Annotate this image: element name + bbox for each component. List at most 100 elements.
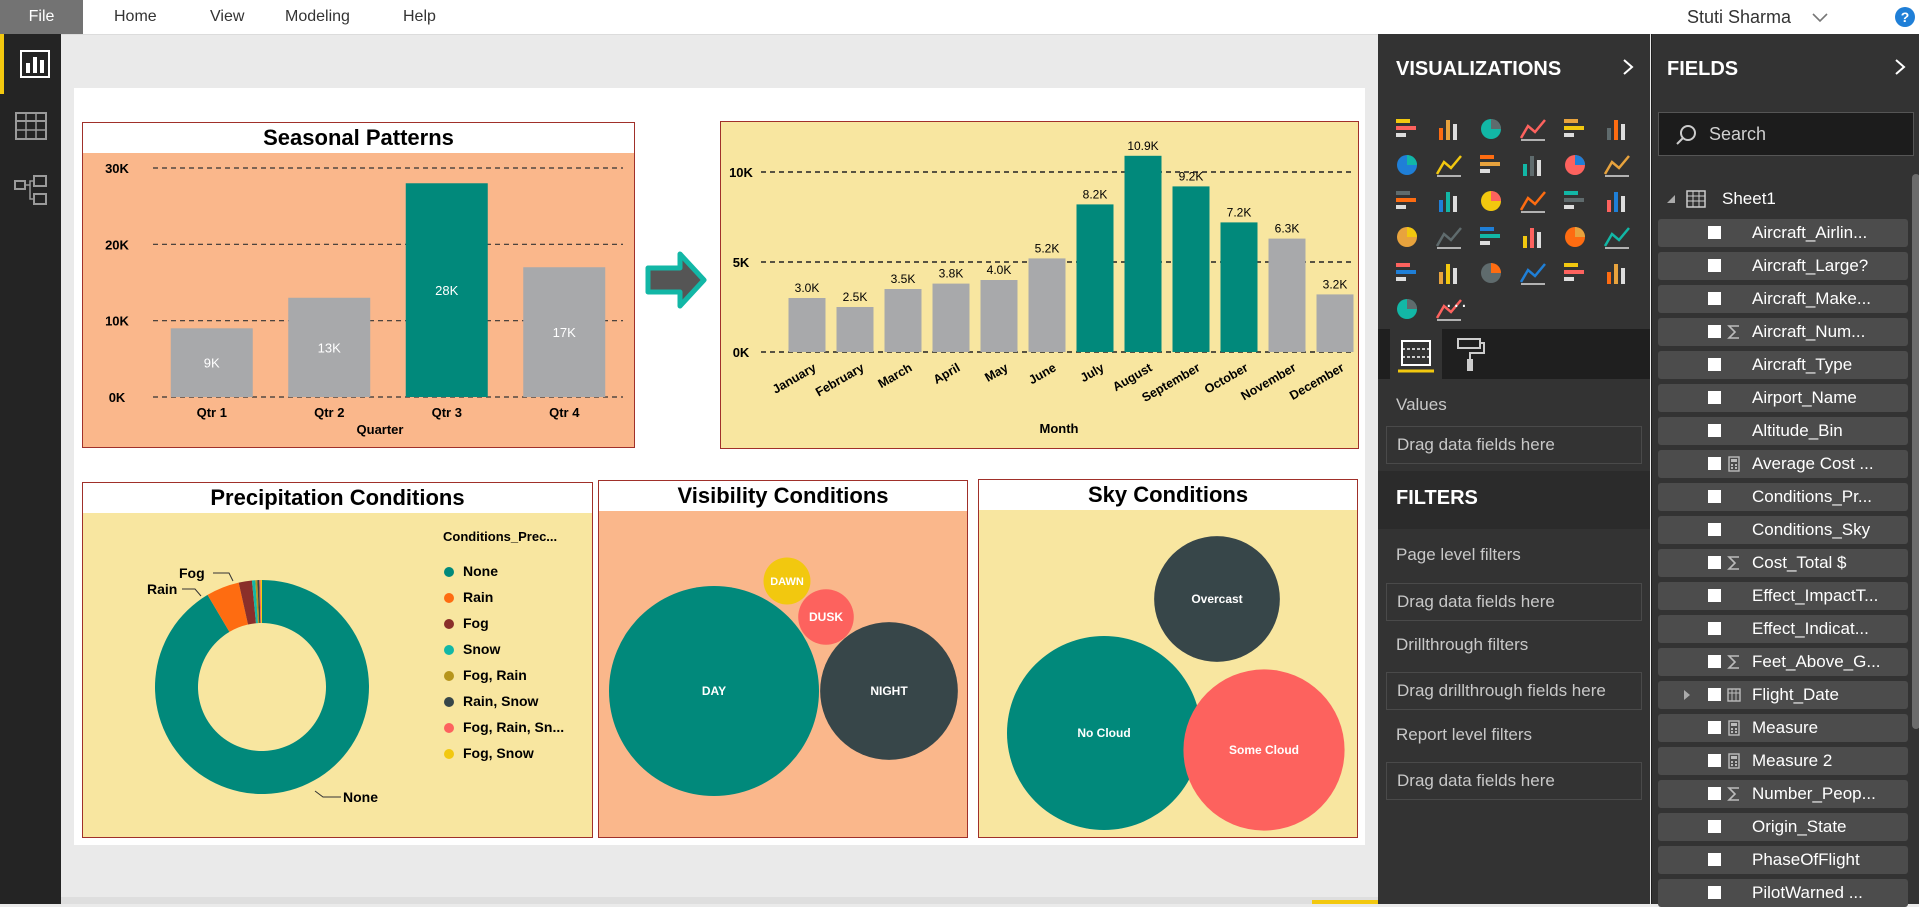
field-checkbox[interactable] xyxy=(1708,622,1721,635)
field-row[interactable]: Aircraft_Make... xyxy=(1658,285,1908,313)
field-row[interactable]: Flight_Date xyxy=(1658,681,1908,709)
precipitation-visual[interactable]: Precipitation Conditions None Rain Fog Con… xyxy=(82,482,593,838)
field-checkbox[interactable] xyxy=(1708,853,1721,866)
visual-type-icon[interactable] xyxy=(1560,150,1590,180)
visual-type-icon[interactable] xyxy=(1476,222,1506,252)
field-row[interactable]: Effect_ImpactT... xyxy=(1658,582,1908,610)
visibility-visual[interactable]: Visibility Conditions DAY NIGHT DUSK DAWN xyxy=(598,480,968,838)
legend-item[interactable]: Fog xyxy=(444,615,489,631)
field-row[interactable]: Number_Peop... xyxy=(1658,780,1908,808)
field-checkbox[interactable] xyxy=(1708,490,1721,503)
field-checkbox[interactable] xyxy=(1708,886,1721,899)
field-checkbox[interactable] xyxy=(1708,358,1721,371)
user-name[interactable]: Stuti Sharma xyxy=(1687,0,1791,34)
legend-item[interactable]: Rain xyxy=(444,589,493,605)
visual-type-icon[interactable] xyxy=(1518,150,1548,180)
visual-type-icon[interactable] xyxy=(1602,186,1632,216)
monthly-visual[interactable]: 0K 5K 10K 3.0K January 2.5K February 3.5K March 3… xyxy=(720,121,1359,449)
field-row[interactable]: Aircraft_Num... xyxy=(1658,318,1908,346)
fields-search-input[interactable]: Search xyxy=(1658,112,1914,156)
field-row[interactable]: Measure xyxy=(1658,714,1908,742)
field-row[interactable]: Effect_Indicat... xyxy=(1658,615,1908,643)
model-view-button[interactable] xyxy=(0,162,61,222)
report-view-button[interactable] xyxy=(0,34,61,94)
visual-type-icon[interactable] xyxy=(1560,186,1590,216)
legend-item[interactable]: Fog, Rain, Sn... xyxy=(444,719,564,735)
page-tab-active[interactable] xyxy=(1312,900,1378,904)
menu-home[interactable]: Home xyxy=(114,0,157,34)
field-checkbox[interactable] xyxy=(1708,292,1721,305)
visual-type-icon[interactable] xyxy=(1476,186,1506,216)
visual-type-icon[interactable] xyxy=(1560,114,1590,144)
field-row[interactable]: Feet_Above_G... xyxy=(1658,648,1908,676)
visual-type-icon[interactable] xyxy=(1602,114,1632,144)
field-checkbox[interactable] xyxy=(1708,721,1721,734)
visual-type-icon[interactable] xyxy=(1392,258,1422,288)
legend-item[interactable]: Rain, Snow xyxy=(444,693,538,709)
legend-item[interactable]: Snow xyxy=(444,641,500,657)
visual-type-icon[interactable] xyxy=(1392,150,1422,180)
chevron-down-icon[interactable] xyxy=(1811,8,1829,26)
field-row[interactable]: Conditions_Sky xyxy=(1658,516,1908,544)
field-checkbox[interactable] xyxy=(1708,226,1721,239)
page-filters-drop-zone[interactable]: Drag data fields here xyxy=(1386,583,1642,621)
field-checkbox[interactable] xyxy=(1708,556,1721,569)
menu-file[interactable]: File xyxy=(0,0,83,34)
field-checkbox[interactable] xyxy=(1708,259,1721,272)
legend-item[interactable]: Fog, Rain xyxy=(444,667,527,683)
field-row[interactable]: PhaseOfFlight xyxy=(1658,846,1908,874)
visual-type-icon[interactable] xyxy=(1476,150,1506,180)
visual-type-icon[interactable] xyxy=(1518,222,1548,252)
field-checkbox[interactable] xyxy=(1708,523,1721,536)
field-row[interactable]: Average Cost ... xyxy=(1658,450,1908,478)
field-row[interactable]: Aircraft_Large? xyxy=(1658,252,1908,280)
visual-type-icon[interactable] xyxy=(1560,222,1590,252)
visual-type-icon[interactable] xyxy=(1434,114,1464,144)
seasonal-patterns-visual[interactable]: Seasonal Patterns 0K 10K 20K 30K 9K Qtr 1 13K Q… xyxy=(82,122,635,448)
visual-type-icon[interactable] xyxy=(1518,258,1548,288)
legend-item[interactable]: Fog, Snow xyxy=(444,745,534,761)
fields-tab[interactable] xyxy=(1390,329,1442,379)
visual-type-icon[interactable] xyxy=(1602,222,1632,252)
visual-type-icon[interactable] xyxy=(1434,186,1464,216)
field-row[interactable]: Aircraft_Type xyxy=(1658,351,1908,379)
field-row[interactable]: Altitude_Bin xyxy=(1658,417,1908,445)
field-checkbox[interactable] xyxy=(1708,655,1721,668)
menu-modeling[interactable]: Modeling xyxy=(285,0,350,34)
visual-type-icon[interactable] xyxy=(1434,150,1464,180)
field-checkbox[interactable] xyxy=(1708,391,1721,404)
table-sheet1[interactable]: Sheet1 xyxy=(1652,184,1919,214)
field-checkbox[interactable] xyxy=(1708,754,1721,767)
field-row[interactable]: Origin_State xyxy=(1658,813,1908,841)
fields-scrollbar[interactable] xyxy=(1912,174,1919,729)
collapse-icon[interactable] xyxy=(1666,194,1676,204)
drillthrough-drop-zone[interactable]: Drag drillthrough fields here xyxy=(1386,672,1642,710)
help-icon[interactable]: ? xyxy=(1895,7,1915,27)
visual-type-icon[interactable] xyxy=(1392,186,1422,216)
field-checkbox[interactable] xyxy=(1708,325,1721,338)
menu-view[interactable]: View xyxy=(210,0,244,34)
field-row[interactable]: PilotWarned ... xyxy=(1658,879,1908,907)
chevron-right-icon[interactable] xyxy=(1622,58,1634,76)
visual-type-icon[interactable] xyxy=(1476,114,1506,144)
visual-type-icon[interactable] xyxy=(1392,222,1422,252)
field-checkbox[interactable] xyxy=(1708,457,1721,470)
visual-type-icon[interactable] xyxy=(1392,294,1422,324)
sky-visual[interactable]: Sky Conditions No Cloud Some Cloud Overcas… xyxy=(978,479,1358,838)
visual-type-icon[interactable] xyxy=(1434,258,1464,288)
field-checkbox[interactable] xyxy=(1708,589,1721,602)
page-tabs-strip[interactable] xyxy=(61,897,1378,904)
field-checkbox[interactable] xyxy=(1708,787,1721,800)
visual-type-icon[interactable] xyxy=(1602,150,1632,180)
more-visuals-button[interactable]: ... xyxy=(1446,290,1469,313)
format-tab[interactable] xyxy=(1444,329,1496,379)
field-row[interactable]: Airport_Name xyxy=(1658,384,1908,412)
field-checkbox[interactable] xyxy=(1708,688,1721,701)
visual-type-icon[interactable] xyxy=(1434,222,1464,252)
visual-type-icon[interactable] xyxy=(1392,114,1422,144)
chevron-right-icon[interactable] xyxy=(1894,58,1906,76)
visual-type-icon[interactable] xyxy=(1518,186,1548,216)
field-row[interactable]: Cost_Total $ xyxy=(1658,549,1908,577)
values-drop-zone[interactable]: Drag data fields here xyxy=(1386,426,1642,464)
field-checkbox[interactable] xyxy=(1708,424,1721,437)
